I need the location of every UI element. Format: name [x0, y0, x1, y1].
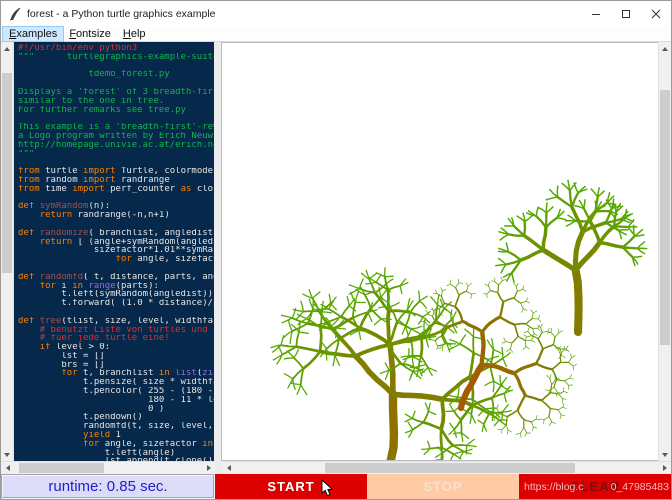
code-line: a Logo program written by Erich Neuwirth… — [18, 132, 214, 141]
scroll-right-icon[interactable] — [202, 462, 215, 474]
clear-button[interactable]: https://blog.c CLEAR 0_47985483 — [519, 474, 671, 499]
code-line — [18, 308, 214, 317]
scroll-down-icon[interactable] — [1, 448, 13, 461]
code-line: def symRandom(n): — [18, 202, 214, 211]
close-button[interactable] — [641, 1, 671, 27]
code-line: # fuer jede turtle eine! — [18, 334, 214, 343]
tree — [496, 180, 647, 332]
scroll-up-icon[interactable] — [659, 42, 671, 55]
code-line: yield 1 — [18, 431, 214, 440]
tree — [271, 268, 512, 461]
scrollbar-row — [1, 461, 671, 474]
tree-branches-level-2 — [506, 191, 638, 273]
code-line: lst = [] — [18, 352, 214, 361]
window-controls — [581, 1, 671, 27]
code-line: t.pencolor( 255 - (180 - 11 * level), — [18, 387, 214, 396]
canvas-vertical-scrollbar[interactable] — [658, 42, 671, 461]
code-line: t.pensize( size * widthfactor ) — [18, 378, 214, 387]
code-line: t.left(angle) — [18, 449, 214, 458]
code-line: def randomfd( t, distance, parts, angled… — [18, 273, 214, 282]
code-line: t.forward( (1.0 * distance)/parts ) — [18, 299, 214, 308]
scroll-up-icon[interactable] — [1, 42, 13, 55]
menu-fontsize[interactable]: Fontsize — [63, 27, 117, 41]
code-vscroll-thumb[interactable] — [2, 73, 12, 273]
runtime-label: runtime: 0.85 sec. — [1, 474, 215, 499]
code-line: 0 ) — [18, 405, 214, 414]
code-viewer[interactable]: #!/usr/bin/env python3""" turtlegraphics… — [14, 42, 214, 461]
code-line: Displays a 'forest' of 3 breadth-first-t… — [18, 88, 214, 97]
code-line: similar to the one in tree. — [18, 97, 214, 106]
code-line: for angle, sizefactor in branchlist ] — [18, 255, 214, 264]
code-line — [18, 220, 214, 229]
code-hscroll-thumb[interactable] — [19, 463, 104, 473]
code-line: from turtle import Turtle, colormode, tr… — [18, 167, 214, 176]
code-line: from time import perf_counter as clock — [18, 185, 214, 194]
code-line: def randomize( branchlist, angledist, si… — [18, 229, 214, 238]
tree-branches-level-6 — [390, 394, 394, 461]
canvas-vscroll-thumb[interactable] — [660, 90, 670, 345]
code-line: """ turtlegraphics-example-suite: — [18, 53, 214, 62]
minimize-button[interactable] — [581, 1, 611, 27]
code-line — [18, 114, 214, 123]
app-feather-icon — [8, 7, 22, 21]
sash-corner — [215, 461, 222, 474]
tree-branches-level-4 — [543, 232, 600, 270]
scroll-left-icon[interactable] — [222, 462, 235, 474]
code-line: randomfd(t, size, level, angledist) — [18, 422, 214, 431]
code-line: from random import randrange — [18, 176, 214, 185]
code-line: for i in range(parts): — [18, 282, 214, 291]
code-line — [18, 158, 214, 167]
code-line: t.pendown() — [18, 413, 214, 422]
turtle-canvas[interactable] — [221, 42, 658, 461]
scroll-right-icon[interactable] — [658, 462, 671, 474]
code-line: """ — [18, 150, 214, 159]
menu-help[interactable]: Help — [117, 27, 152, 41]
scroll-left-icon[interactable] — [1, 462, 14, 474]
bottom-bar: runtime: 0.85 sec. START STOP https://bl… — [1, 474, 671, 499]
titlebar: forest - a Python turtle graphics exampl… — [1, 1, 671, 27]
scroll-down-icon[interactable] — [659, 448, 671, 461]
mouse-cursor — [321, 479, 334, 497]
code-vertical-scrollbar[interactable] — [1, 42, 14, 461]
pane-sash[interactable] — [214, 42, 221, 461]
maximize-button[interactable] — [611, 1, 641, 27]
code-line — [18, 62, 214, 71]
code-line: http://homepage.univie.ac.at/erich.neuwi… — [18, 141, 214, 150]
code-line: t.left(symRandom(angledist)) — [18, 290, 214, 299]
code-line: for angle, sizefactor in branchlist: — [18, 440, 214, 449]
code-line — [18, 194, 214, 203]
code-line: return randrange(-n,n+1) — [18, 211, 214, 220]
canvas-horizontal-scrollbar[interactable] — [222, 461, 671, 474]
watermark-left: https://blog.c — [524, 481, 584, 493]
code-line: brs = [] — [18, 361, 214, 370]
code-horizontal-scrollbar[interactable] — [1, 461, 215, 474]
code-line: tdemo_forest.py — [18, 70, 214, 79]
code-line: For further remarks see tree.py — [18, 106, 214, 115]
menu-examples[interactable]: Examples — [3, 27, 63, 41]
canvas-hscroll-thumb[interactable] — [325, 463, 575, 473]
watermark-right: 0_47985483 — [611, 481, 669, 493]
menubar: Examples Fontsize Help — [1, 27, 671, 42]
code-line: 180 - 11 * level, — [18, 396, 214, 405]
code-line: if level > 0: — [18, 343, 214, 352]
main-area: #!/usr/bin/env python3""" turtlegraphics… — [1, 42, 671, 461]
code-line: This example is a 'breadth-first'-rewrit… — [18, 123, 214, 132]
code-line — [18, 79, 214, 88]
window-title: forest - a Python turtle graphics exampl… — [27, 8, 581, 20]
code-line: return [ (angle+symRandom(angledist), — [18, 238, 214, 247]
forest-drawing — [222, 43, 657, 461]
code-line — [18, 264, 214, 273]
start-button[interactable]: START — [215, 474, 367, 499]
stop-button[interactable]: STOP — [367, 474, 519, 499]
code-line: def tree(tlist, size, level, widthfactor… — [18, 317, 214, 326]
tree-branches-level-5 — [576, 270, 579, 332]
code-line: # benutzt Liste von turtles und Liste vo… — [18, 326, 214, 335]
code-line: sizefactor*1.01**symRandom(sizedist)) — [18, 246, 214, 255]
code-line: for t, branchlist in list(zip(tlist,bran… — [18, 369, 214, 378]
code-line: #!/usr/bin/env python3 — [18, 44, 214, 53]
app-window: forest - a Python turtle graphics exampl… — [0, 0, 672, 500]
